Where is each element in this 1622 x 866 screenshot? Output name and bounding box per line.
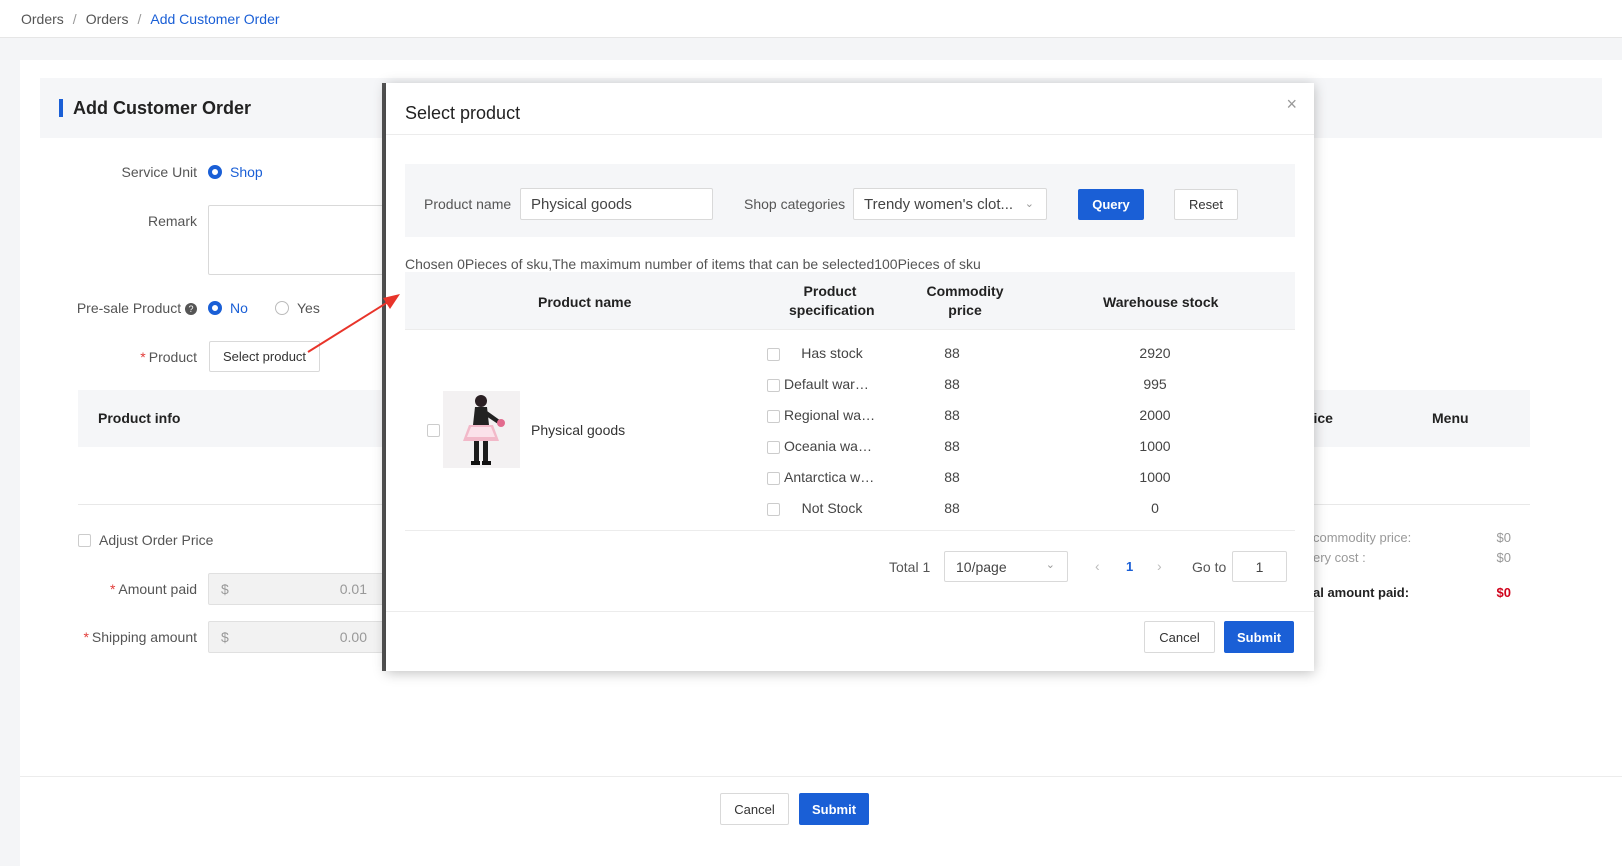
filter-panel: Product name Physical goods Shop categor… — [405, 164, 1295, 237]
page-size-select[interactable]: 10/page ⌄ — [944, 551, 1068, 582]
sku-row[interactable]: Oceania warehouse 88 1000 — [767, 437, 1277, 457]
sku-row[interactable]: Antarctica warehouse 88 1000 — [767, 468, 1277, 488]
total-amount-value: $0 — [1496, 585, 1511, 600]
product-name-input[interactable]: Physical goods — [520, 188, 713, 220]
breadcrumb-current: Add Customer Order — [150, 10, 280, 27]
col-product-name: Product name — [538, 294, 632, 310]
breadcrumb-orders-sub[interactable]: Orders — [86, 11, 129, 27]
col-commodity-price: Commodity price — [926, 283, 1004, 318]
chosen-sku-count: Chosen 0Pieces of sku,The maximum number… — [405, 256, 981, 272]
table-bottom-divider — [405, 530, 1295, 531]
presale-radio-yes[interactable]: Yes — [275, 300, 320, 316]
product-label: * Product — [140, 349, 197, 365]
product-table-header: Product name Product specification Commo… — [405, 272, 1295, 330]
presale-label: Pre-sale Product ? — [17, 300, 197, 316]
product-name-cell: Physical goods — [531, 422, 626, 438]
commodity-price-label: commodity price: — [1313, 530, 1412, 545]
radio-dot — [208, 165, 222, 179]
sku-row[interactable]: Regional warehouse 88 2000 — [767, 406, 1277, 426]
footer-divider — [20, 776, 1622, 777]
commodity-price-value: $0 — [1496, 530, 1511, 545]
page-title: Add Customer Order — [73, 97, 252, 118]
page-number-current[interactable]: 1 — [1126, 559, 1133, 574]
menu-header: Menu — [1432, 410, 1469, 426]
chevron-down-icon: ⌄ — [1024, 198, 1034, 210]
breadcrumb-separator: / — [72, 10, 77, 27]
page-cancel-button[interactable]: Cancel — [720, 793, 789, 825]
sku-checkbox[interactable] — [767, 441, 780, 454]
total-amount-label: al amount paid: — [1313, 585, 1410, 600]
presale-radio-no[interactable]: No — [208, 300, 248, 316]
title-accent-bar — [59, 99, 63, 117]
sku-row[interactable]: Has stock 88 2920 — [767, 344, 1277, 364]
shipping-amount-input[interactable]: $ 0.00 — [208, 621, 388, 653]
sku-checkbox[interactable] — [767, 472, 780, 485]
sku-checkbox[interactable] — [767, 503, 780, 516]
shop-categories-label: Shop categories — [744, 196, 846, 212]
sku-row[interactable]: Default warehouse 88 995 — [767, 375, 1277, 395]
breadcrumb-orders[interactable]: Orders — [21, 11, 64, 27]
next-page-icon[interactable]: › — [1157, 558, 1162, 574]
goto-label: Go to — [1192, 559, 1227, 575]
sku-checkbox[interactable] — [767, 348, 780, 361]
adjust-order-price[interactable]: Adjust Order Price — [78, 532, 213, 548]
remark-label: Remark — [147, 213, 197, 229]
modal-header-divider — [386, 134, 1314, 135]
breadcrumb: Orders / Orders / Add Customer Order — [0, 0, 1622, 38]
query-button[interactable]: Query — [1078, 189, 1144, 220]
remark-textarea[interactable] — [208, 205, 388, 275]
sku-checkbox[interactable] — [767, 410, 780, 423]
amount-paid-input[interactable]: $ 0.01 — [208, 573, 388, 605]
select-product-button[interactable]: Select product — [209, 341, 320, 372]
prev-page-icon[interactable]: ‹ — [1095, 558, 1100, 574]
close-icon[interactable]: × — [1286, 94, 1297, 115]
service-unit-label: Service Unit — [121, 164, 197, 180]
adjust-price-checkbox[interactable] — [78, 533, 91, 547]
page-submit-button[interactable]: Submit — [799, 793, 869, 825]
modal-title: Select product — [405, 103, 521, 123]
sku-checkbox[interactable] — [767, 379, 780, 392]
col-product-specification: Product specification — [789, 283, 875, 318]
amount-paid-label: * Amount paid — [109, 581, 197, 597]
product-row-checkbox[interactable] — [427, 424, 440, 437]
modal-footer-divider — [386, 611, 1314, 612]
shop-categories-select[interactable]: Trendy women's clot... ⌄ — [853, 188, 1047, 220]
service-unit-radio-shop[interactable]: Shop — [208, 164, 263, 180]
delivery-cost-label: ery cost : — [1313, 550, 1366, 565]
shipping-amount-label: * Shipping amount — [83, 629, 197, 645]
reset-button[interactable]: Reset — [1174, 189, 1238, 220]
pagination-total: Total 1 — [889, 559, 931, 575]
modal-submit-button[interactable]: Submit — [1224, 621, 1294, 653]
delivery-cost-value: $0 — [1496, 550, 1511, 565]
modal-cancel-button[interactable]: Cancel — [1144, 621, 1215, 653]
breadcrumb-separator: / — [137, 10, 142, 27]
sku-row[interactable]: Not Stock 88 0 — [767, 499, 1277, 519]
col-warehouse-stock: Warehouse stock — [1103, 294, 1219, 310]
chevron-down-icon: ⌄ — [1045, 559, 1055, 571]
product-info-header: Product info — [98, 410, 181, 426]
product-thumbnail — [443, 391, 520, 468]
select-product-modal: Select product × Product name Physical g… — [386, 83, 1314, 671]
product-name-filter-label: Product name — [424, 196, 512, 212]
goto-page-input[interactable]: 1 — [1232, 551, 1287, 582]
help-icon[interactable]: ? — [185, 303, 197, 315]
